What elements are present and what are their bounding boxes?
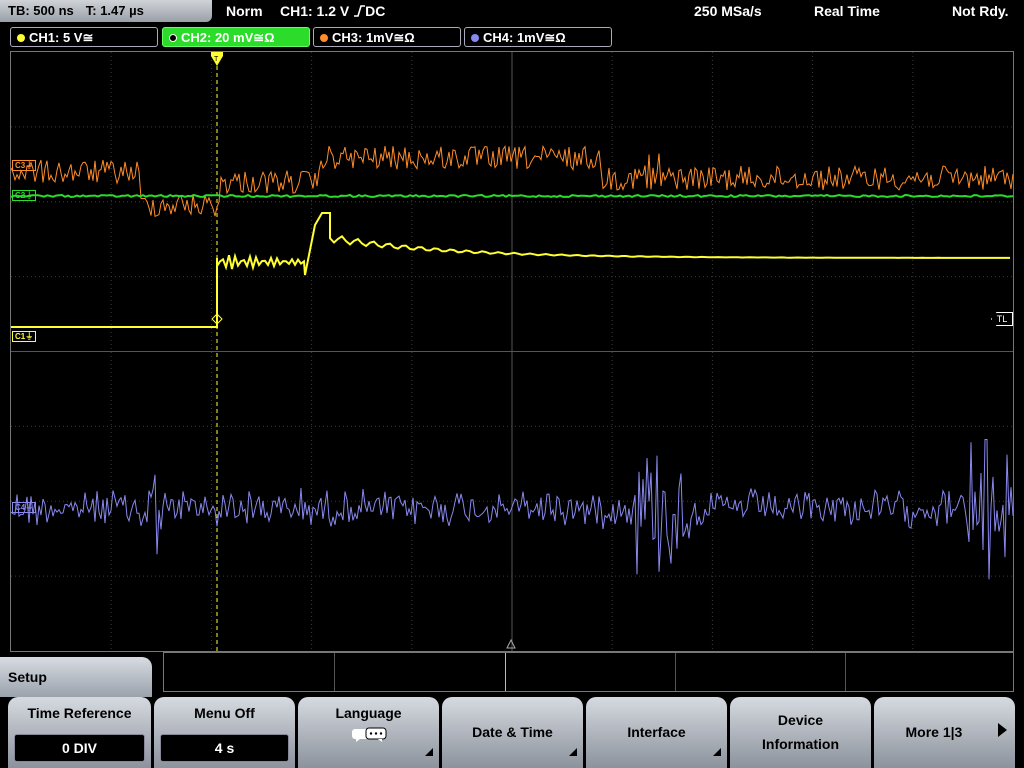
softkey-label: More 1|3 (905, 724, 963, 740)
waveform-canvas (10, 52, 1014, 651)
submenu-corner-icon (425, 748, 433, 756)
device-information-button[interactable]: Device Information (730, 697, 871, 768)
speech-bubbles-icon (351, 727, 386, 742)
ch3-marker-label: C3 (15, 161, 26, 170)
softkey-label: Device (777, 712, 824, 728)
time-reference-value: 0 DIV (14, 734, 145, 762)
submenu-corner-icon (569, 748, 577, 756)
interface-button[interactable]: Interface (586, 697, 727, 768)
menu-off-value: 4 s (160, 734, 289, 762)
time-reference-button[interactable]: Time Reference 0 DIV (8, 697, 151, 768)
softkey-label: Interface (627, 724, 686, 740)
more-button[interactable]: More 1|3 (874, 697, 1015, 768)
menu-title: Setup (0, 657, 152, 697)
trigger-pos-label: T (214, 56, 219, 63)
softkey-label: Time Reference (27, 705, 132, 721)
next-page-arrow-icon (998, 723, 1007, 737)
language-button[interactable]: Language (298, 697, 439, 768)
menu-off-button[interactable]: Menu Off 4 s (154, 697, 295, 768)
timeline-division (675, 653, 676, 691)
ch2-marker-label: C2 (15, 191, 26, 200)
timeline-division (334, 653, 335, 691)
ch1-offset-marker[interactable]: C1⏚ (12, 331, 37, 342)
timeline-division (845, 653, 846, 691)
ch3-offset-marker[interactable]: C3⏚ (12, 160, 37, 171)
softkey-label-line2: Information (762, 736, 839, 752)
ch2-trace (10, 193, 1014, 199)
softkey-label: Menu Off (194, 705, 255, 721)
ch4-marker-label: C4 (15, 503, 26, 512)
ch2-offset-marker[interactable]: C2⏚ (12, 190, 37, 201)
trigger-position-marker[interactable]: T (211, 52, 223, 68)
timeline-center (505, 653, 506, 691)
softkey-label: Date & Time (472, 724, 553, 740)
date-time-button[interactable]: Date & Time (442, 697, 583, 768)
softkey-label: Language (335, 705, 402, 721)
ch1-marker-label: C1 (15, 332, 26, 341)
timeline-strip (163, 652, 1014, 692)
ch1-trace (11, 212, 1010, 328)
ch4-offset-marker[interactable]: C4⏚ (12, 502, 37, 513)
submenu-corner-icon (713, 748, 721, 756)
graticule (11, 52, 1013, 651)
center-reference-icon (506, 638, 516, 649)
